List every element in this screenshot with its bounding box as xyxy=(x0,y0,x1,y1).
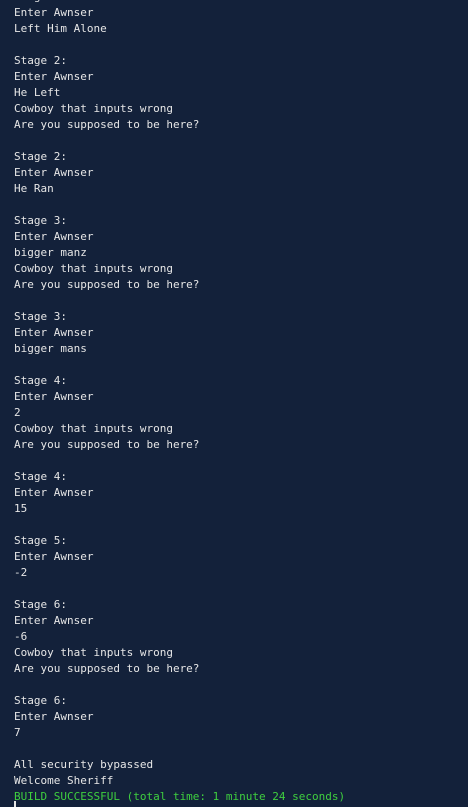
console-line: All security bypassed xyxy=(14,758,154,771)
console-line: Are you supposed to be here? xyxy=(14,278,200,291)
console-line: Enter Awnser xyxy=(14,614,94,627)
console-line: Enter Awnser xyxy=(14,70,94,83)
console-line: He Left xyxy=(14,86,61,99)
console-line: Cowboy that inputs wrong xyxy=(14,646,173,659)
build-status-line: BUILD SUCCESSFUL (total time: 1 minute 2… xyxy=(14,790,346,803)
console-line: Enter Awnser xyxy=(14,550,94,563)
console-line: Stage 2: xyxy=(14,54,67,67)
console-lines: Stage 1:Enter AwnserLeft Him AloneStage … xyxy=(14,0,468,805)
console-line: -6 xyxy=(14,630,28,643)
console-line: Cowboy that inputs wrong xyxy=(14,102,173,115)
console-line: Enter Awnser xyxy=(14,486,94,499)
console-line: 7 xyxy=(14,726,21,739)
console-line: bigger manz xyxy=(14,246,87,259)
console-line: Stage 3: xyxy=(14,310,67,323)
console-line: Stage 3: xyxy=(14,214,67,227)
console-line: Enter Awnser xyxy=(14,166,94,179)
console-line: Stage 4: xyxy=(14,470,67,483)
console-line: Stage 2: xyxy=(14,150,67,163)
console-line: bigger mans xyxy=(14,342,87,355)
console-line: Are you supposed to be here? xyxy=(14,118,200,131)
console-line: He Ran xyxy=(14,182,54,195)
console-line: Enter Awnser xyxy=(14,710,94,723)
console-line: Stage 6: xyxy=(14,694,67,707)
console-line: Cowboy that inputs wrong xyxy=(14,262,173,275)
console-line: Left Him Alone xyxy=(14,22,107,35)
console-line: Enter Awnser xyxy=(14,6,94,19)
console-line: Enter Awnser xyxy=(14,390,94,403)
console-line: 2 xyxy=(14,406,21,419)
output-console[interactable]: Stage 1:Enter AwnserLeft Him AloneStage … xyxy=(0,0,468,807)
console-line: Stage 6: xyxy=(14,598,67,611)
console-line: Stage 5: xyxy=(14,534,67,547)
console-line: -2 xyxy=(14,566,28,579)
console-line: 15 xyxy=(14,502,28,515)
console-line: Enter Awnser xyxy=(14,230,94,243)
console-line: Are you supposed to be here? xyxy=(14,438,200,451)
console-line: Stage 4: xyxy=(14,374,67,387)
console-line: Cowboy that inputs wrong xyxy=(14,422,173,435)
console-line: Are you supposed to be here? xyxy=(14,662,200,675)
console-line: Enter Awnser xyxy=(14,326,94,339)
text-cursor xyxy=(14,801,16,807)
console-line: Welcome Sheriff xyxy=(14,774,114,787)
